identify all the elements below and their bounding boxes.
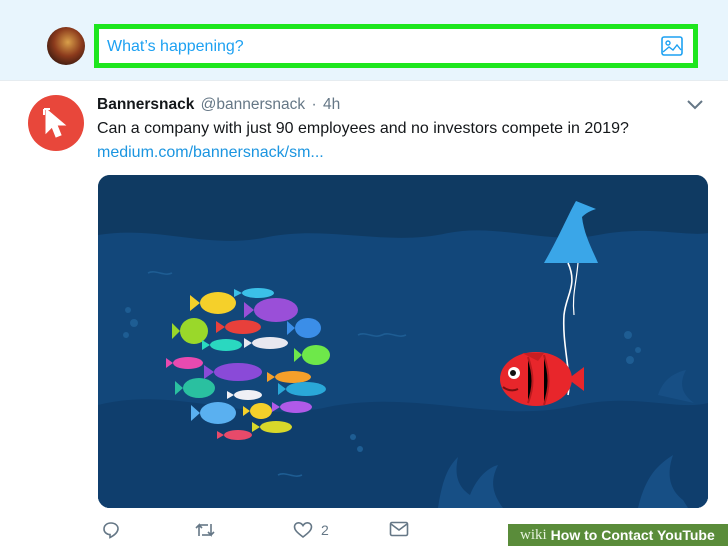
tweet-link[interactable]: medium.com/bannersnack/sm...: [97, 144, 324, 162]
separator: ·: [311, 96, 317, 113]
envelope-icon: [389, 521, 409, 537]
tweet-header: Bannersnack @bannersnack · 4h: [97, 96, 340, 114]
compose-box-highlight[interactable]: [94, 24, 698, 68]
handle[interactable]: @bannersnack: [201, 96, 306, 113]
retweet-button[interactable]: [194, 521, 216, 539]
user-avatar[interactable]: [47, 27, 85, 65]
like-count: 2: [321, 522, 329, 538]
direct-message-button[interactable]: [389, 521, 409, 537]
tweet[interactable]: Bannersnack @bannersnack · 4h Can a comp…: [0, 81, 728, 546]
compose-area: [0, 0, 728, 81]
reply-button[interactable]: [102, 521, 120, 539]
timestamp[interactable]: 4h: [323, 96, 340, 113]
tweet-text: Can a company with just 90 employees and…: [97, 120, 629, 137]
wikihow-logo: wiki: [520, 526, 547, 543]
like-button[interactable]: 2: [293, 521, 329, 539]
image-icon[interactable]: [661, 36, 683, 56]
wikihow-watermark: wiki How to Contact YouTube: [508, 524, 728, 546]
compose-input[interactable]: [107, 38, 647, 56]
fish-illustration: [98, 175, 708, 508]
cursor-icon: [43, 107, 67, 138]
display-name[interactable]: Bannersnack: [97, 96, 194, 113]
tweet-card-image[interactable]: [98, 175, 708, 508]
watermark-title: How to Contact YouTube: [550, 527, 715, 543]
chevron-down-icon[interactable]: [686, 99, 704, 111]
heart-icon: [293, 521, 313, 539]
retweet-icon: [195, 523, 215, 537]
reply-icon: [103, 522, 119, 539]
bannersnack-avatar[interactable]: [28, 95, 84, 151]
